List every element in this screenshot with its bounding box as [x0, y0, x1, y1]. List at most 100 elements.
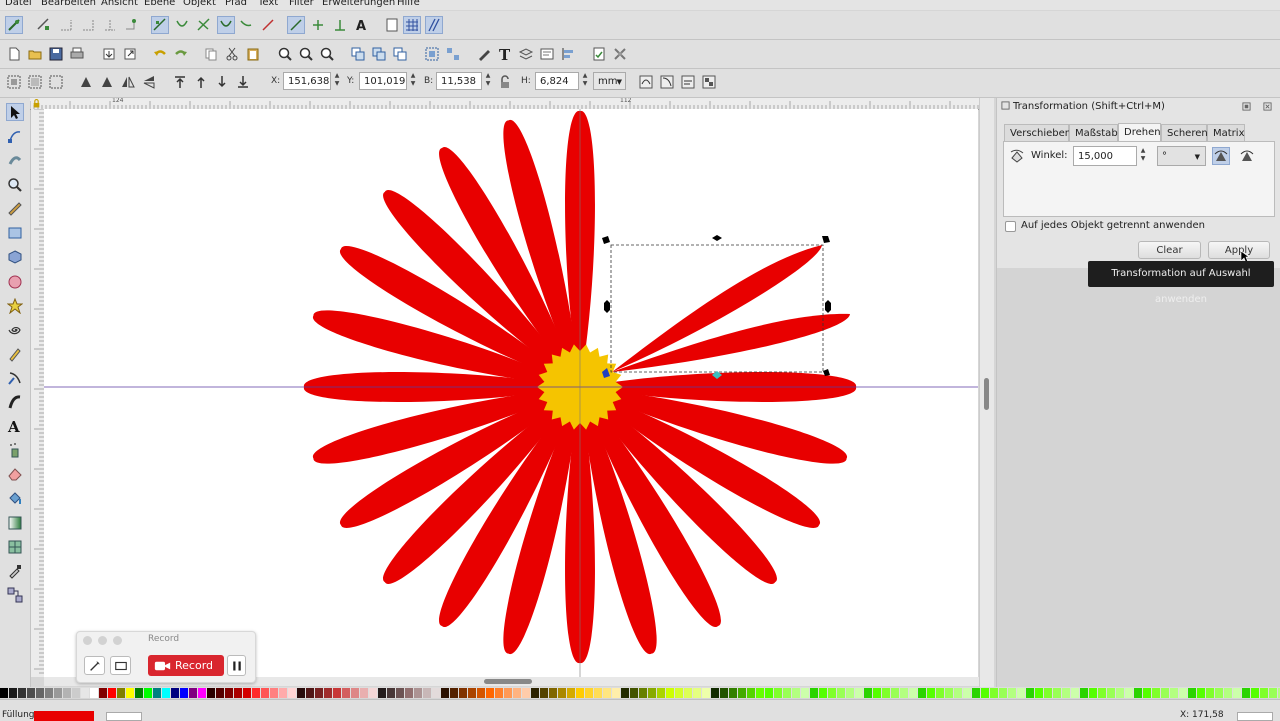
palette-swatch[interactable] — [0, 688, 8, 698]
layers-icon[interactable] — [518, 46, 534, 62]
connector-tool-icon[interactable] — [7, 587, 23, 603]
record-zoom-dot[interactable] — [113, 636, 122, 645]
lock-guides-icon[interactable] — [32, 99, 41, 108]
palette-swatch[interactable] — [909, 688, 917, 698]
palette-swatch[interactable] — [783, 688, 791, 698]
dropper-tool-icon[interactable] — [7, 563, 23, 579]
pencil-tool-icon[interactable] — [7, 346, 23, 362]
text-tool-icon[interactable]: A — [7, 418, 23, 434]
vertical-scroll-thumb[interactable] — [984, 378, 989, 410]
rotate-ccw-icon[interactable] — [78, 74, 94, 90]
move-gradients-icon[interactable] — [680, 74, 696, 90]
palette-swatch[interactable] — [162, 688, 170, 698]
tweak-tool-icon[interactable] — [7, 152, 23, 168]
document-properties-icon[interactable] — [591, 46, 607, 62]
palette-swatch[interactable] — [81, 688, 89, 698]
palette-swatch[interactable] — [1251, 688, 1259, 698]
palette-swatch[interactable] — [108, 688, 116, 698]
palette-swatch[interactable] — [342, 688, 350, 698]
snap-smooth-icon[interactable] — [238, 17, 254, 33]
snap-nodes-icon[interactable] — [151, 16, 169, 34]
palette-swatch[interactable] — [144, 688, 152, 698]
snap-bbox-icon[interactable] — [36, 17, 52, 33]
palette-swatch[interactable] — [1098, 688, 1106, 698]
palette-swatch[interactable] — [1080, 688, 1088, 698]
palette-swatch[interactable] — [882, 688, 890, 698]
palette-swatch[interactable] — [63, 688, 71, 698]
palette-swatch[interactable] — [1044, 688, 1052, 698]
palette-swatch[interactable] — [900, 688, 908, 698]
palette-swatch[interactable] — [1179, 688, 1187, 698]
import-icon[interactable] — [101, 46, 117, 62]
rectangle-tool-icon[interactable] — [7, 225, 23, 241]
palette-swatch[interactable] — [135, 688, 143, 698]
zoom-selection-icon[interactable] — [277, 46, 293, 62]
palette-swatch[interactable] — [504, 688, 512, 698]
palette-swatch[interactable] — [558, 688, 566, 698]
palette-swatch[interactable] — [1017, 688, 1025, 698]
palette-swatch[interactable] — [1053, 688, 1061, 698]
palette-swatch[interactable] — [765, 688, 773, 698]
lock-ratio-icon[interactable] — [497, 74, 513, 90]
palette-swatch[interactable] — [423, 688, 431, 698]
snap-object-center-icon[interactable] — [310, 17, 326, 33]
palette-swatch[interactable] — [522, 688, 530, 698]
align-distribute-icon[interactable] — [560, 46, 576, 62]
palette-swatch[interactable] — [594, 688, 602, 698]
snap-bbox-mid-icon[interactable] — [102, 17, 118, 33]
palette-swatch[interactable] — [243, 688, 251, 698]
copy-icon[interactable] — [203, 46, 219, 62]
move-patterns-icon[interactable] — [701, 74, 717, 90]
palette-swatch[interactable] — [1134, 688, 1142, 698]
node-tool-icon[interactable] — [7, 128, 23, 144]
new-document-icon[interactable] — [6, 46, 22, 62]
panel-iconify-icon[interactable] — [1242, 102, 1251, 111]
export-icon[interactable] — [122, 46, 138, 62]
palette-swatch[interactable] — [171, 688, 179, 698]
palette-swatch[interactable] — [369, 688, 377, 698]
palette-swatch[interactable] — [432, 688, 440, 698]
menu-ebene[interactable]: Ebene — [144, 0, 175, 8]
palette-swatch[interactable] — [567, 688, 575, 698]
x-field[interactable]: 151,638 — [283, 72, 331, 90]
menu-filter[interactable]: Filter — [289, 0, 314, 8]
snap-page-icon[interactable] — [384, 17, 400, 33]
zoom-drawing-icon[interactable] — [298, 46, 314, 62]
palette-swatch[interactable] — [252, 688, 260, 698]
tab-massstab[interactable]: Maßstab — [1069, 124, 1118, 141]
apply-separately-checkbox[interactable] — [1005, 221, 1016, 232]
palette-swatch[interactable] — [1062, 688, 1070, 698]
palette-swatch[interactable] — [333, 688, 341, 698]
menu-bearbeiten[interactable]: Bearbeiten — [41, 0, 96, 8]
palette-swatch[interactable] — [639, 688, 647, 698]
palette-swatch[interactable] — [756, 688, 764, 698]
snap-grid-icon[interactable] — [403, 16, 421, 34]
snap-rotation-center-icon[interactable] — [332, 17, 348, 33]
palette-swatch[interactable] — [117, 688, 125, 698]
palette-swatch[interactable] — [261, 688, 269, 698]
palette-swatch[interactable] — [549, 688, 557, 698]
ellipse-tool-icon[interactable] — [7, 274, 23, 290]
palette-swatch[interactable] — [963, 688, 971, 698]
palette-swatch[interactable] — [459, 688, 467, 698]
menu-ansicht[interactable]: Ansicht — [101, 0, 138, 8]
height-spinner[interactable]: ▲ ▼ — [581, 72, 589, 90]
measure-tool-icon[interactable] — [7, 201, 23, 217]
palette-swatch[interactable] — [621, 688, 629, 698]
palette-swatch[interactable] — [576, 688, 584, 698]
text-font-icon[interactable]: T — [497, 46, 513, 62]
palette-swatch[interactable] — [801, 688, 809, 698]
palette-swatch[interactable] — [297, 688, 305, 698]
palette-swatch[interactable] — [1107, 688, 1115, 698]
palette-swatch[interactable] — [1188, 688, 1196, 698]
menu-datei[interactable]: Datei — [5, 0, 32, 8]
palette-swatch[interactable] — [1125, 688, 1133, 698]
tab-verschieben[interactable]: Verschieben — [1004, 124, 1071, 141]
snap-midpoint-icon[interactable] — [260, 17, 276, 33]
palette-swatch[interactable] — [531, 688, 539, 698]
palette-swatch[interactable] — [1008, 688, 1016, 698]
palette-swatch[interactable] — [828, 688, 836, 698]
rotate-handle-nw[interactable] — [602, 236, 610, 244]
rotate-ccw-direction-icon[interactable] — [1212, 147, 1230, 165]
palette-swatch[interactable] — [234, 688, 242, 698]
